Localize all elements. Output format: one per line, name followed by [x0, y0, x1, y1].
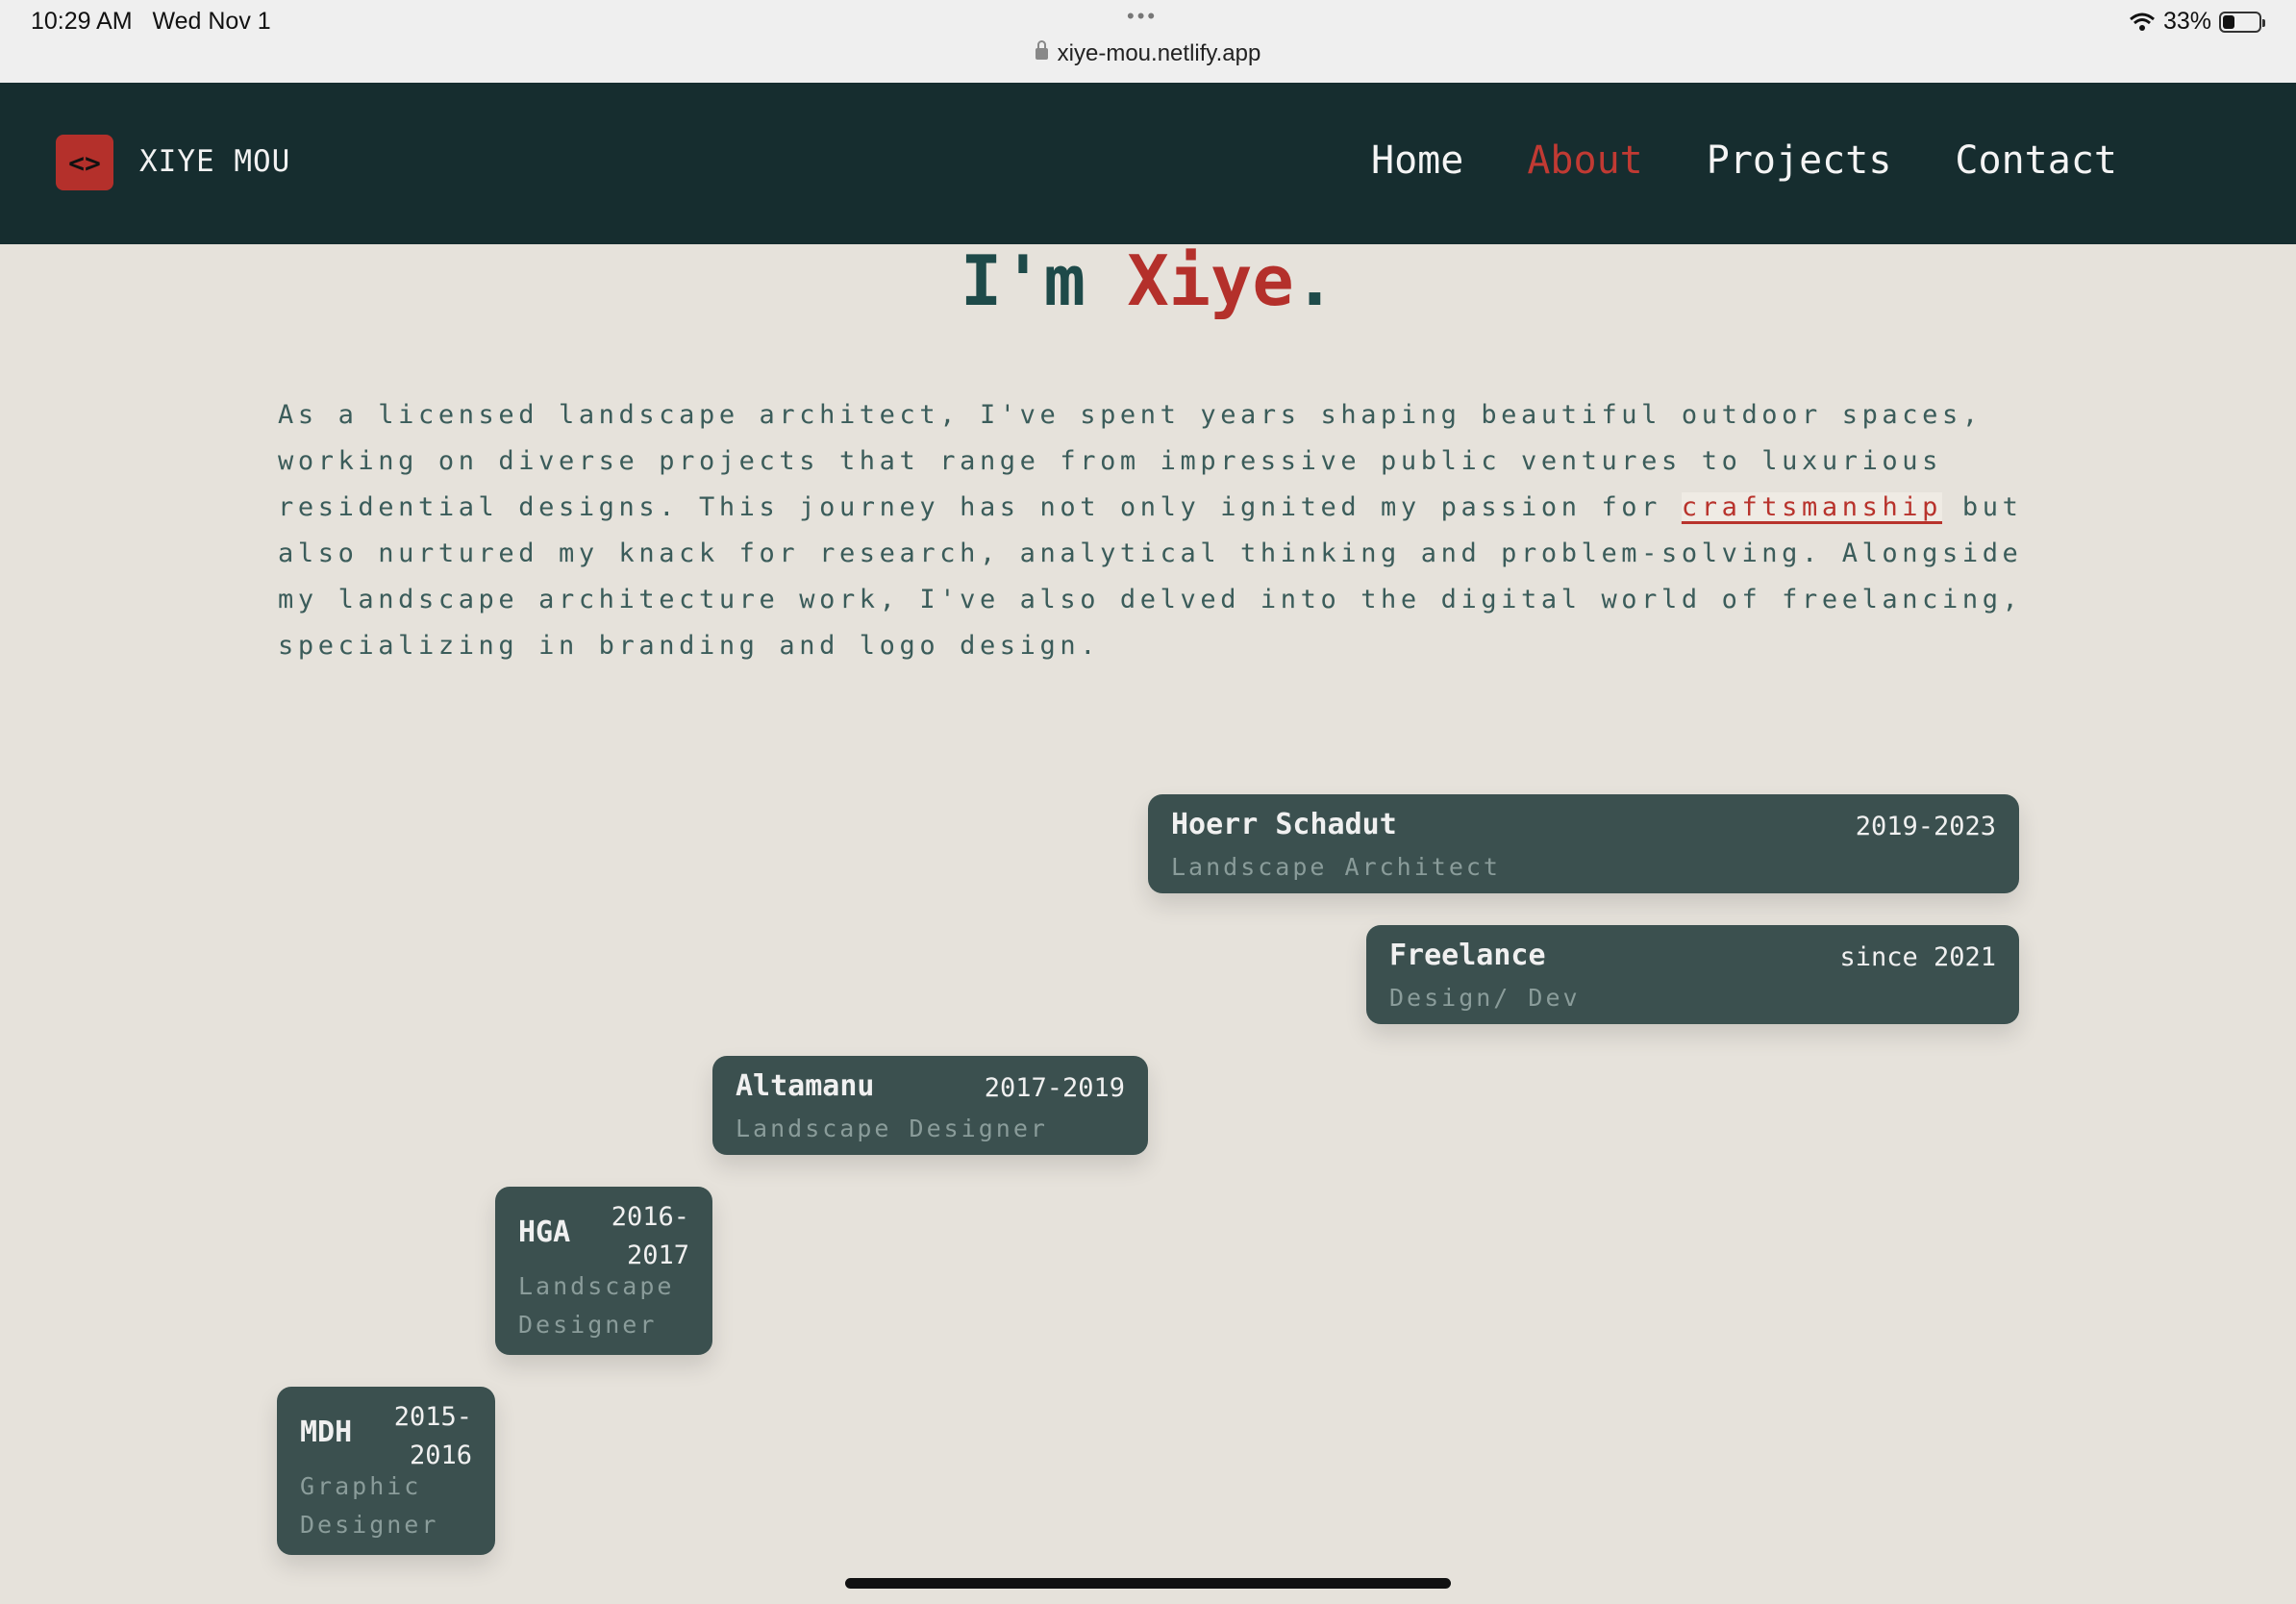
card-company: Freelance [1389, 939, 1546, 972]
card-years: 2016- 2017 [611, 1198, 689, 1275]
card-role-line: Designer [518, 1311, 658, 1339]
site-header: <> XIYE MOU Home About Projects Contact [0, 83, 2296, 244]
card-years-line: 2016- [611, 1202, 689, 1232]
card-role-line: Landscape [518, 1272, 675, 1300]
nav-link-contact[interactable]: Contact [1955, 138, 2117, 183]
logo-text[interactable]: XIYE MOU [139, 144, 290, 179]
wifi-icon [2129, 12, 2156, 33]
time-text: 10:29 AM [31, 8, 133, 35]
card-years-line: 2016 [409, 1441, 472, 1470]
status-indicators: 33% [2129, 8, 2265, 36]
nav-link-home[interactable]: Home [1371, 138, 1463, 183]
timeline-card-freelance[interactable]: Freelance since 2021 Design/ Dev [1366, 925, 2019, 1024]
status-bar: 10:29 AM Wed Nov 1 ••• xiye-mou.netlify.… [0, 0, 2296, 83]
card-role: Landscape Designer [736, 1115, 1048, 1142]
timeline-card-mdh[interactable]: MDH 2015- 2016 Graphic Designer [277, 1387, 495, 1555]
card-role-line: Designer [300, 1511, 439, 1539]
address-bar[interactable]: xiye-mou.netlify.app [0, 40, 2296, 67]
card-company: Altamanu [736, 1069, 875, 1103]
nav-link-projects[interactable]: Projects [1707, 138, 1892, 183]
logo-glyph: <> [68, 146, 101, 179]
card-role: Graphic Designer [300, 1467, 473, 1544]
card-role-line: Graphic [300, 1472, 422, 1500]
title-suffix: . [1293, 240, 1336, 321]
card-years: 2015- 2016 [394, 1398, 472, 1475]
card-company: MDH [300, 1416, 353, 1449]
timeline-card-hoerr-schadut[interactable]: Hoerr Schadut 2019-2023 Landscape Archit… [1148, 794, 2019, 893]
card-years: 2017-2019 [984, 1073, 1125, 1103]
battery-percent: 33% [2162, 8, 2211, 35]
title-name: Xiye [1127, 240, 1294, 321]
date-text: Wed Nov 1 [152, 8, 271, 35]
nav-link-about[interactable]: About [1527, 138, 1642, 183]
about-paragraph: As a licensed landscape architect, I've … [278, 392, 2028, 669]
url-text: xiye-mou.netlify.app [1057, 40, 1261, 66]
status-time: 10:29 AM Wed Nov 1 [31, 8, 271, 36]
home-indicator[interactable] [845, 1578, 1451, 1589]
title-prefix: I'm [960, 240, 1128, 321]
battery-icon [2219, 11, 2265, 33]
highlight-link[interactable]: craftsmanship [1681, 492, 1943, 522]
card-company: Hoerr Schadut [1171, 808, 1397, 841]
page-title: I'm Xiye. [0, 240, 2296, 321]
card-role: Landscape Architect [1171, 853, 1501, 881]
code-brackets-icon[interactable]: <> [56, 135, 113, 190]
card-years: 2019-2023 [1855, 812, 1996, 841]
card-years-line: 2015- [393, 1402, 472, 1432]
nav-links: Home About Projects Contact [1371, 138, 2117, 183]
lock-icon [1035, 40, 1048, 60]
timeline-card-hga[interactable]: HGA 2016- 2017 Landscape Designer [495, 1187, 712, 1355]
timeline-card-altamanu[interactable]: Altamanu 2017-2019 Landscape Designer [712, 1056, 1148, 1155]
card-years: since 2021 [1839, 942, 1996, 972]
card-company: HGA [518, 1216, 571, 1249]
card-years-line: 2017 [626, 1241, 689, 1270]
more-dots-icon[interactable]: ••• [1127, 4, 1158, 29]
card-role: Design/ Dev [1389, 984, 1581, 1012]
card-role: Landscape Designer [518, 1267, 691, 1344]
